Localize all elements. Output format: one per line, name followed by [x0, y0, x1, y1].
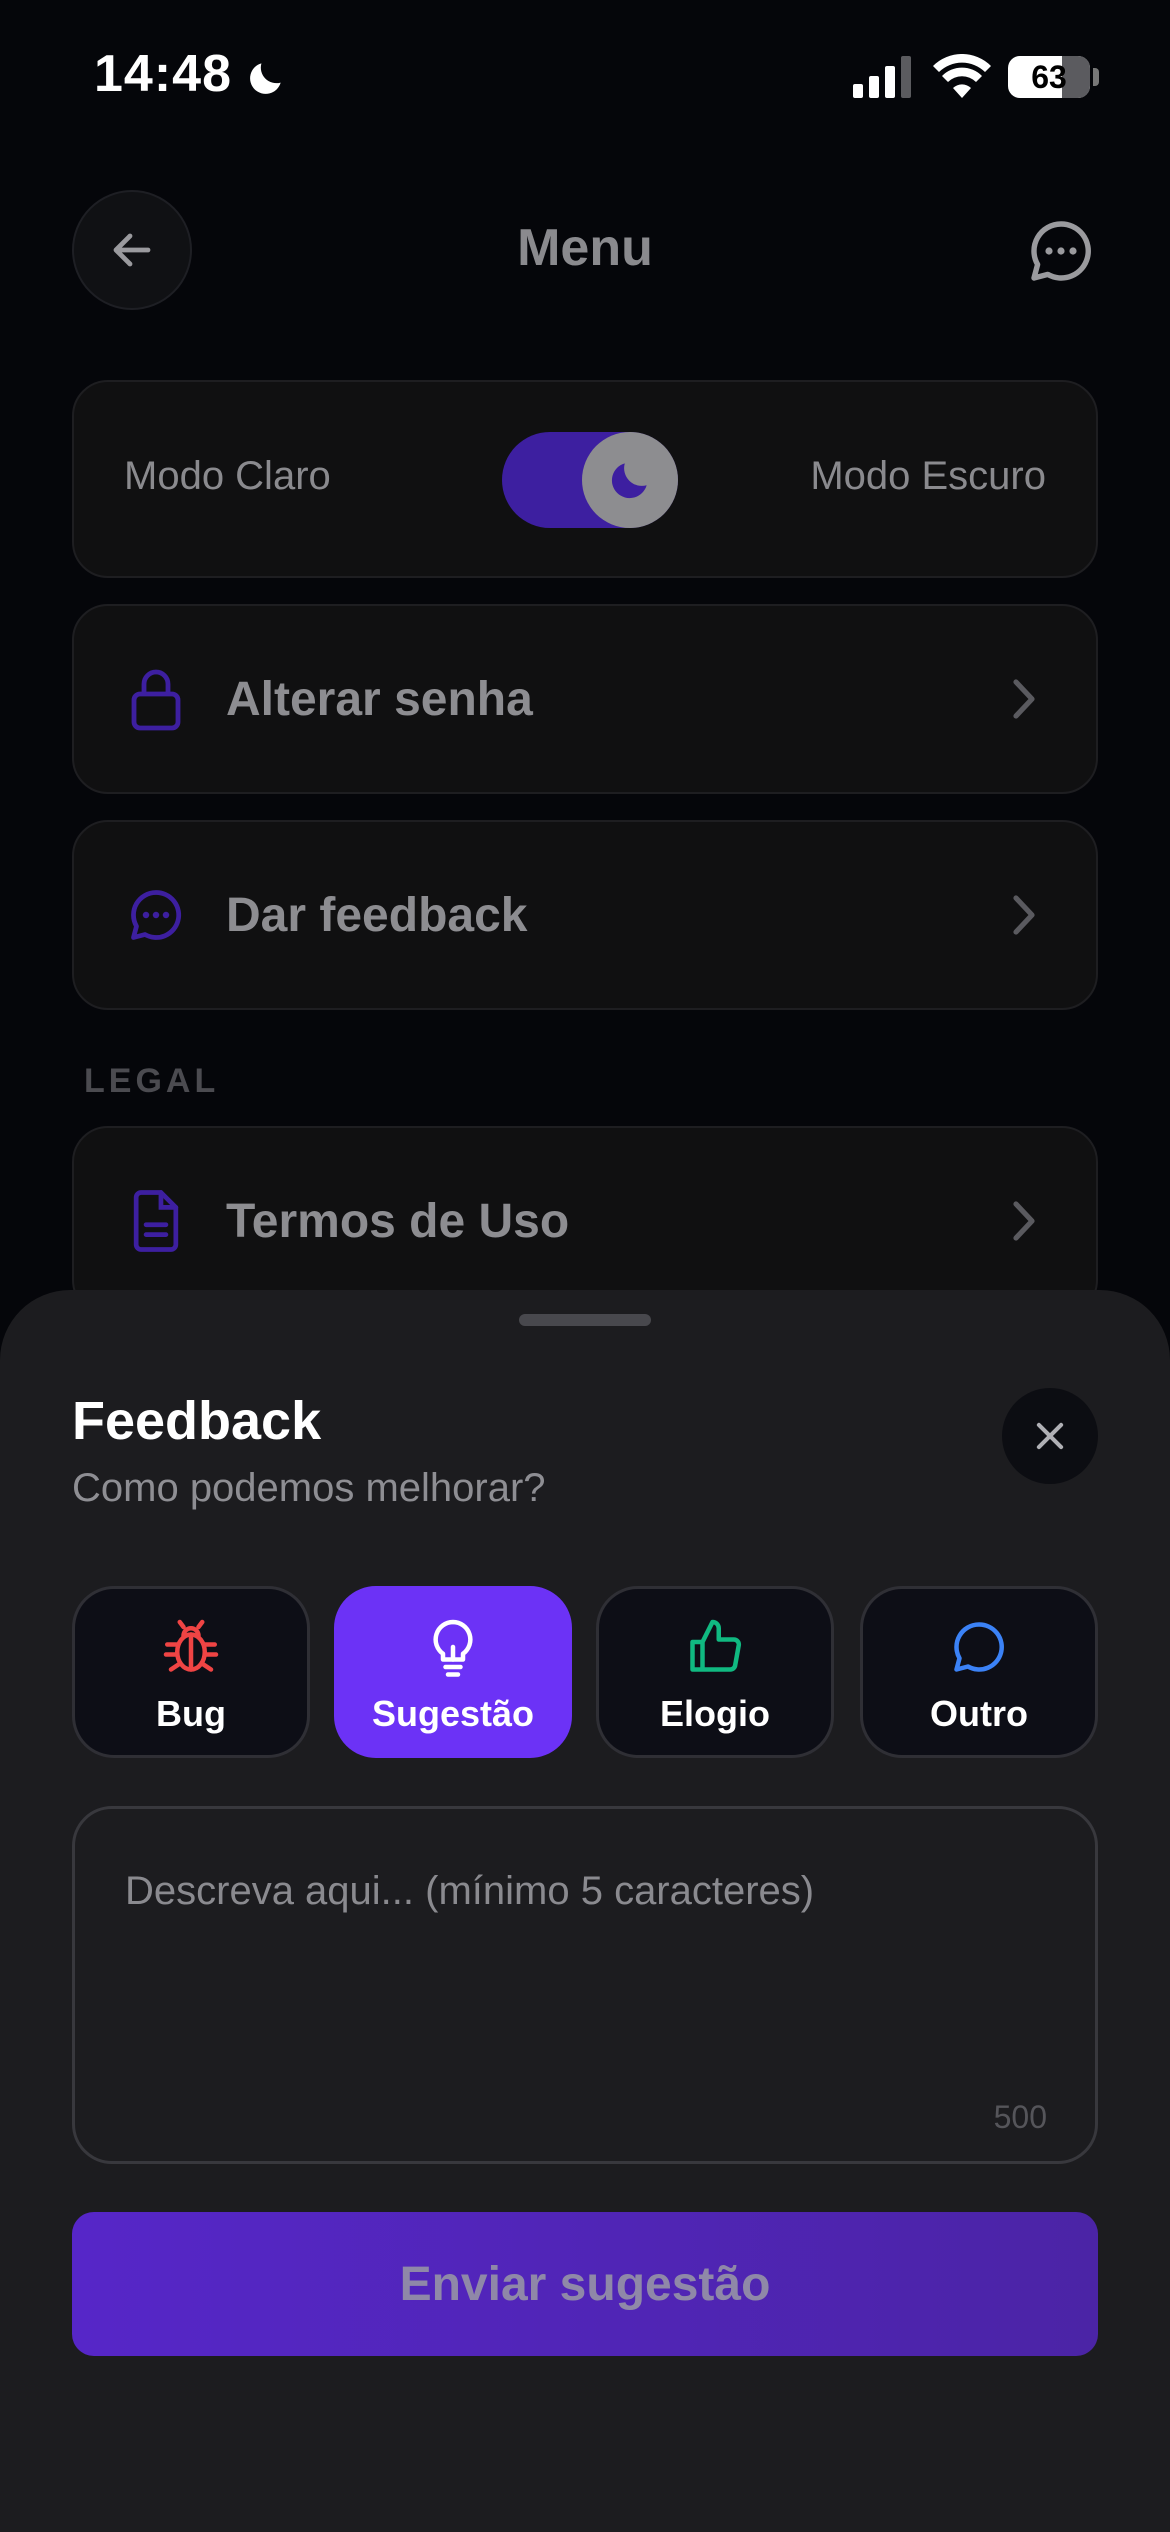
thumbs-up-icon: [690, 1619, 742, 1672]
close-button[interactable]: [1002, 1388, 1098, 1484]
menu-item-give-feedback[interactable]: Dar feedback: [72, 820, 1098, 1010]
theme-toggle[interactable]: [502, 432, 678, 528]
menu-item-label: Termos de Uso: [226, 1194, 570, 1248]
dark-mode-label: Modo Escuro: [810, 454, 1046, 498]
chevron-right-icon: [1013, 679, 1035, 719]
menu-item-change-password[interactable]: Alterar senha: [72, 604, 1098, 794]
status-time: 14:48: [94, 45, 232, 103]
cellular-signal-icon: [853, 56, 911, 98]
bug-icon: [163, 1619, 219, 1672]
type-chip-bug[interactable]: Bug: [72, 1586, 310, 1758]
type-chip-label: Bug: [156, 1693, 226, 1734]
battery-tip: [1093, 68, 1099, 86]
wifi-icon: [933, 54, 991, 98]
section-header-legal: LEGAL: [84, 1062, 220, 1100]
moon-icon: [250, 63, 281, 94]
char-counter: 500: [993, 2099, 1047, 2135]
sheet-subtitle: Como podemos melhorar?: [72, 1466, 546, 1510]
sheet-title: Feedback: [72, 1391, 322, 1451]
sheet-drag-handle[interactable]: [519, 1314, 651, 1326]
chat-bubble-icon: [954, 1622, 1004, 1672]
moon-icon: [611, 463, 647, 499]
feedback-textarea-container: 500: [72, 1806, 1098, 2164]
feedback-type-selector: Bug Sugestão Elogio Outro: [72, 1586, 1098, 1758]
page-title: Menu: [517, 219, 653, 277]
type-chip-other[interactable]: Outro: [860, 1586, 1098, 1758]
theme-card: Modo Claro Modo Escuro: [72, 380, 1098, 578]
type-chip-suggestion[interactable]: Sugestão: [334, 1586, 572, 1758]
type-chip-praise[interactable]: Elogio: [596, 1586, 834, 1758]
type-chip-label: Elogio: [660, 1693, 770, 1734]
submit-button[interactable]: Enviar sugestão: [72, 2212, 1098, 2356]
battery-indicator: 63: [1008, 56, 1090, 98]
document-icon: [126, 1185, 186, 1257]
menu-item-terms[interactable]: Termos de Uso: [72, 1126, 1098, 1316]
header: Menu: [0, 180, 1170, 320]
feedback-textarea[interactable]: [123, 1867, 1043, 2087]
menu-item-label: Dar feedback: [226, 888, 528, 942]
light-mode-label: Modo Claro: [124, 454, 331, 498]
feedback-sheet: Feedback Como podemos melhorar? Bug Suge…: [0, 1290, 1170, 2532]
battery-level: 63: [1031, 59, 1067, 95]
status-bar: 14:48 63: [0, 0, 1170, 150]
close-icon: [1036, 1422, 1064, 1450]
lock-icon: [126, 663, 186, 735]
chevron-right-icon: [1013, 895, 1035, 935]
type-chip-label: Outro: [930, 1693, 1028, 1734]
lightbulb-icon: [433, 1619, 473, 1677]
chat-bubble-icon: [126, 879, 186, 951]
chat-icon[interactable]: [1025, 215, 1097, 287]
type-chip-label: Sugestão: [371, 1693, 535, 1734]
menu-item-label: Alterar senha: [226, 672, 533, 726]
toggle-knob: [582, 432, 678, 528]
chevron-right-icon: [1013, 1201, 1035, 1241]
